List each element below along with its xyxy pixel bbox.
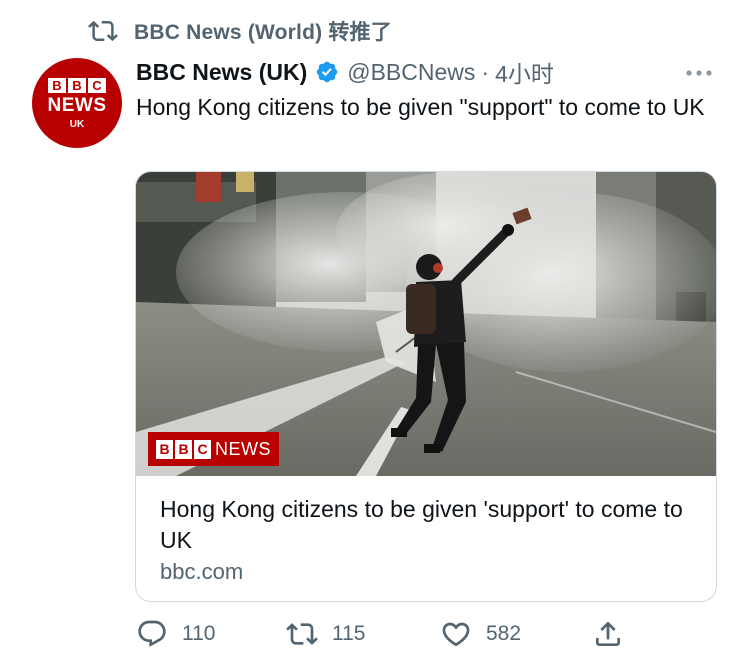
share-icon [596,621,620,646]
retweet-context[interactable]: BBC News (World) 转推了 [88,14,392,48]
verified-badge-icon [316,61,338,83]
retweet-button[interactable]: 115 [286,616,365,652]
tweet-header: BBC News (UK) @BBCNews · 4小时 [136,55,554,89]
badge-news-text: NEWS [215,438,271,459]
reply-icon [138,620,166,647]
like-count: 582 [486,622,522,645]
card-title[interactable]: Hong Kong citizens to be given 'support'… [160,494,700,556]
avatar-region-text: UK [69,119,85,130]
retweet-icon [88,20,118,42]
badge-bbc-letter: B [175,439,192,459]
heart-icon [442,622,470,647]
avatar[interactable]: B B C NEWS UK [32,58,122,148]
avatar-bbc-letter: B [48,78,66,93]
avatar-bbc-letter: B [68,78,86,93]
user-handle[interactable]: @BBCNews [347,59,475,86]
link-preview-card[interactable]: B B C NEWS Hong Kong citizens to be give… [135,171,717,602]
badge-bbc-letter: B [156,439,173,459]
avatar-bbc-logo: B B C [48,78,106,93]
retweeted-by-label: BBC News (World) 转推了 [134,21,392,44]
card-domain[interactable]: bbc.com [160,559,243,585]
badge-bbc-letter: C [194,439,211,459]
more-options-icon[interactable] [684,60,714,86]
display-name[interactable]: BBC News (UK) [136,59,307,86]
avatar-bbc-letter: C [88,78,106,93]
separator-dot: · [481,58,490,85]
reply-button[interactable]: 110 [136,616,215,652]
avatar-news-text: NEWS [47,95,107,116]
retweet-count: 115 [332,622,366,645]
tweet-actions: 110 115 582 [136,616,696,652]
tweet-text: Hong Kong citizens to be given "support"… [136,94,705,120]
like-button[interactable]: 582 [440,616,521,652]
share-button[interactable] [592,616,624,652]
reply-count: 110 [182,622,216,645]
timestamp[interactable]: 4小时 [495,55,554,89]
card-image [136,172,716,476]
bbc-news-watermark: B B C NEWS [148,432,279,466]
retweet-icon [286,623,318,645]
